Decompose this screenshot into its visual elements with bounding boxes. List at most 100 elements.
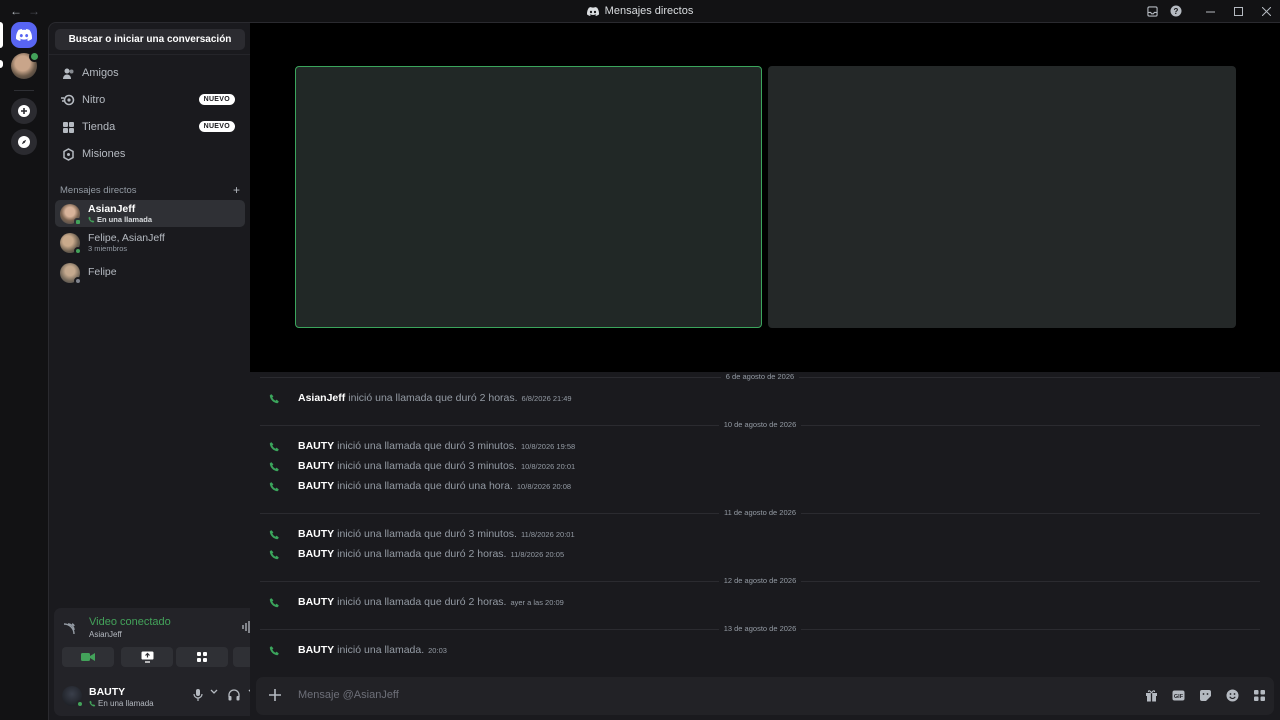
dm-name: Felipe, AsianJeff: [88, 231, 165, 244]
forward-button[interactable]: →: [28, 4, 40, 18]
dm-subtitle-text: En una llamada: [97, 214, 153, 224]
create-dm-icon[interactable]: +: [233, 184, 240, 196]
sidebar-divider: [49, 54, 250, 55]
back-button[interactable]: ←: [10, 4, 22, 18]
user-status-text: En una llamada: [98, 699, 154, 708]
date-divider-label: 11 de agosto de 2026: [250, 508, 1270, 517]
apps-icon[interactable]: [1253, 689, 1266, 705]
title-bar: ← → Mensajes directos ?: [0, 0, 1280, 22]
nav-label: Amigos: [82, 67, 119, 79]
add-server-button[interactable]: [11, 98, 37, 124]
discord-logo-icon: [16, 29, 32, 41]
dm-item-group[interactable]: Felipe, AsianJeff 3 miembros: [55, 229, 245, 256]
camera-button[interactable]: [62, 647, 114, 667]
message-timestamp[interactable]: 6/8/2026 21:49: [522, 394, 572, 403]
call-message: BAUTY inició una llamada que duró 2 hora…: [268, 594, 1168, 610]
maximize-button[interactable]: [1224, 0, 1252, 22]
user-avatar[interactable]: [62, 686, 84, 708]
dm-item-asianjeff[interactable]: AsianJeff En una llamada: [55, 200, 245, 227]
date-divider-label: 10 de agosto de 2026: [250, 420, 1270, 429]
attach-plus-icon[interactable]: [268, 688, 282, 705]
call-message: BAUTY inició una llamada. 20:03: [268, 642, 1168, 658]
date-label: 6 de agosto de 2026: [720, 372, 800, 381]
selected-server-indicator: [0, 22, 3, 48]
gift-icon[interactable]: [1145, 689, 1158, 705]
message-text: inició una llamada que duró 2 horas.: [337, 596, 507, 608]
username[interactable]: BAUTY: [89, 686, 125, 698]
voice-channel: AsianJeff: [89, 630, 122, 639]
nav-item-quests[interactable]: Misiones: [55, 142, 245, 166]
message-author[interactable]: BAUTY: [298, 528, 334, 540]
video-tile-speaking[interactable]: [295, 66, 762, 328]
dm-sidebar: Buscar o iniciar una conversación Amigos…: [48, 22, 294, 720]
dm-item-felipe[interactable]: Felipe: [55, 259, 245, 286]
dm-avatar-shortcut[interactable]: [11, 51, 40, 79]
search-button[interactable]: Buscar o iniciar una conversación: [55, 29, 245, 50]
phone-icon: [268, 460, 280, 472]
message-author[interactable]: BAUTY: [298, 460, 334, 472]
message-composer[interactable]: Mensaje @AsianJeff GIF: [256, 677, 1274, 715]
message-author[interactable]: BAUTY: [298, 596, 334, 608]
avatar: [60, 262, 82, 285]
nav-item-shop[interactable]: Tienda NUEVO: [55, 115, 245, 139]
shop-icon: [61, 120, 75, 134]
nitro-icon: [61, 93, 75, 107]
group-avatar: [60, 232, 82, 255]
message-timestamp[interactable]: 10/8/2026 19:58: [521, 442, 575, 451]
message-input[interactable]: Mensaje @AsianJeff: [298, 689, 399, 701]
online-status-dot: [76, 700, 84, 708]
call-message: BAUTY inició una llamada que duró 3 minu…: [268, 526, 1168, 542]
nav-item-nitro[interactable]: Nitro NUEVO: [55, 88, 245, 112]
call-status-badge: [29, 51, 40, 62]
nav-label: Misiones: [82, 148, 126, 160]
message-timestamp[interactable]: 10/8/2026 20:08: [517, 482, 571, 491]
activities-button[interactable]: [176, 647, 228, 667]
message-text: inició una llamada que duró 3 minutos.: [337, 440, 517, 452]
message-text: inició una llamada que duró 3 minutos.: [337, 528, 517, 540]
minimize-button[interactable]: [1196, 0, 1224, 22]
inbox-icon[interactable]: [1140, 0, 1164, 22]
message-author[interactable]: AsianJeff: [298, 392, 345, 404]
message-timestamp[interactable]: 11/8/2026 20:05: [510, 550, 564, 559]
video-tile[interactable]: [768, 66, 1236, 328]
phone-icon: [268, 440, 280, 452]
online-status-dot: [74, 246, 82, 255]
mic-options-chevron-icon[interactable]: [210, 689, 218, 695]
main-content: 6 de agosto de 2026 AsianJeff inició una…: [250, 22, 1280, 720]
window-title-text: Mensajes directos: [604, 5, 694, 17]
message-author[interactable]: BAUTY: [298, 440, 334, 452]
discover-button[interactable]: [11, 129, 37, 155]
screen-share-icon: [141, 651, 153, 663]
plus-icon: [18, 105, 30, 117]
unread-server-indicator: [0, 60, 3, 68]
message-timestamp[interactable]: 10/8/2026 20:01: [521, 462, 575, 471]
voice-status[interactable]: Video conectado: [89, 616, 171, 628]
message-author[interactable]: BAUTY: [298, 548, 334, 560]
close-button[interactable]: [1252, 0, 1280, 22]
phone-icon: [268, 596, 280, 608]
compass-icon: [18, 136, 30, 148]
new-badge: NUEVO: [198, 121, 235, 132]
date-divider-label: 13 de agosto de 2026: [250, 624, 1270, 633]
screen-share-button[interactable]: [121, 647, 173, 667]
nav-item-friends[interactable]: Amigos: [55, 61, 245, 85]
discord-logo-icon: [586, 6, 599, 16]
date-divider-label: 6 de agosto de 2026: [250, 372, 1270, 381]
help-icon[interactable]: ?: [1164, 0, 1188, 22]
new-badge: NUEVO: [198, 94, 235, 105]
phone-icon: [268, 644, 280, 656]
phone-icon: [268, 528, 280, 540]
message-text: inició una llamada.: [337, 644, 425, 656]
message-author[interactable]: BAUTY: [298, 644, 334, 656]
message-timestamp[interactable]: ayer a las 20:09: [510, 598, 563, 607]
message-timestamp[interactable]: 11/8/2026 20:01: [521, 530, 575, 539]
mute-button[interactable]: [193, 689, 203, 701]
message-timestamp[interactable]: 20:03: [428, 646, 447, 655]
emoji-icon[interactable]: [1226, 689, 1239, 705]
gif-icon[interactable]: GIF: [1172, 689, 1185, 705]
sticker-icon[interactable]: [1199, 689, 1212, 705]
message-author[interactable]: BAUTY: [298, 480, 334, 492]
deafen-button[interactable]: [228, 689, 240, 701]
home-button[interactable]: [11, 22, 37, 48]
connection-signal-icon[interactable]: [63, 623, 75, 638]
